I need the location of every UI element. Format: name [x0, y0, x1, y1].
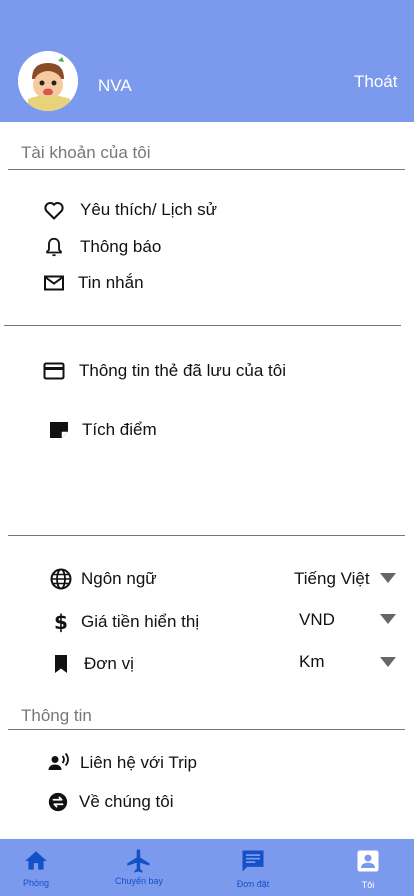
contact-voice-icon — [45, 750, 71, 776]
username: NVA — [98, 76, 132, 95]
tab-label: Đơn đặt — [236, 879, 270, 889]
heart-icon — [41, 197, 67, 223]
menu-item-favorites-history[interactable]: Yêu thích/ Lịch sử — [41, 197, 217, 223]
note-icon — [46, 417, 72, 443]
setting-label: Đơn vị — [84, 654, 134, 673]
menu-item-label: Thông báo — [80, 237, 162, 256]
tab-label: Tôi — [361, 880, 375, 890]
svg-text:$: $ — [54, 610, 68, 634]
divider — [8, 169, 405, 170]
bookmark-icon — [48, 651, 74, 677]
logout-button[interactable]: Thoát — [354, 72, 397, 92]
section-title-account: Tài khoản của tôi — [21, 143, 151, 162]
dropdown-caret-icon[interactable] — [380, 657, 396, 667]
globe-icon — [48, 566, 74, 592]
language-value[interactable]: Tiếng Việt — [294, 569, 370, 589]
setting-currency[interactable]: $ Giá tiền hiển thị — [48, 609, 199, 635]
dollar-icon: $ — [48, 609, 74, 635]
currency-value[interactable]: VND — [299, 610, 335, 630]
tab-label: Chuyến bay — [114, 876, 164, 886]
divider — [8, 535, 405, 536]
tab-me[interactable]: Tôi — [323, 839, 413, 896]
account-box-icon — [354, 847, 382, 875]
dropdown-caret-icon[interactable] — [380, 614, 396, 624]
credit-card-icon — [41, 358, 67, 384]
dropdown-caret-icon[interactable] — [380, 573, 396, 583]
menu-item-saved-cards[interactable]: Thông tin thẻ đã lưu của tôi — [41, 358, 286, 384]
swap-circle-icon — [45, 789, 71, 815]
menu-item-notifications[interactable]: Thông báo — [41, 234, 161, 260]
tab-rooms[interactable]: Phòng — [0, 839, 81, 896]
menu-item-contact[interactable]: Liên hệ với Trip — [45, 750, 197, 776]
divider — [8, 729, 405, 730]
avatar[interactable] — [18, 51, 78, 111]
menu-item-loyalty-points[interactable]: Tích điểm — [46, 417, 157, 443]
bottom-tab-bar: Phòng Chuyến bay Đơn đặt Tôi — [0, 839, 414, 896]
menu-item-label: Về chúng tôi — [79, 792, 174, 811]
menu-item-label: Tin nhắn — [78, 273, 144, 292]
menu-item-label: Thông tin thẻ đã lưu của tôi — [79, 361, 287, 380]
menu-item-messages[interactable]: Tin nhắn — [41, 270, 144, 296]
tab-bookings[interactable]: Đơn đặt — [208, 839, 298, 896]
bell-icon — [41, 234, 67, 260]
menu-item-label: Tích điểm — [82, 420, 157, 439]
divider — [4, 325, 401, 326]
airplane-icon — [125, 847, 153, 875]
chat-icon — [239, 847, 267, 875]
menu-item-label: Yêu thích/ Lịch sử — [80, 200, 218, 219]
setting-label: Ngôn ngữ — [81, 569, 157, 588]
setting-language[interactable]: Ngôn ngữ — [48, 566, 157, 592]
menu-item-about-us[interactable]: Về chúng tôi — [45, 789, 174, 815]
home-icon — [22, 847, 50, 875]
mail-icon — [41, 270, 67, 296]
unit-value[interactable]: Km — [299, 652, 325, 672]
tab-label: Phòng — [22, 878, 50, 888]
menu-item-label: Liên hệ với Trip — [80, 753, 197, 772]
section-title-info: Thông tin — [21, 706, 92, 725]
tab-flights[interactable]: Chuyến bay — [94, 839, 184, 896]
profile-header: NVA Thoát — [0, 0, 414, 122]
setting-label: Giá tiền hiển thị — [81, 612, 200, 631]
setting-unit[interactable]: Đơn vị — [48, 651, 134, 677]
